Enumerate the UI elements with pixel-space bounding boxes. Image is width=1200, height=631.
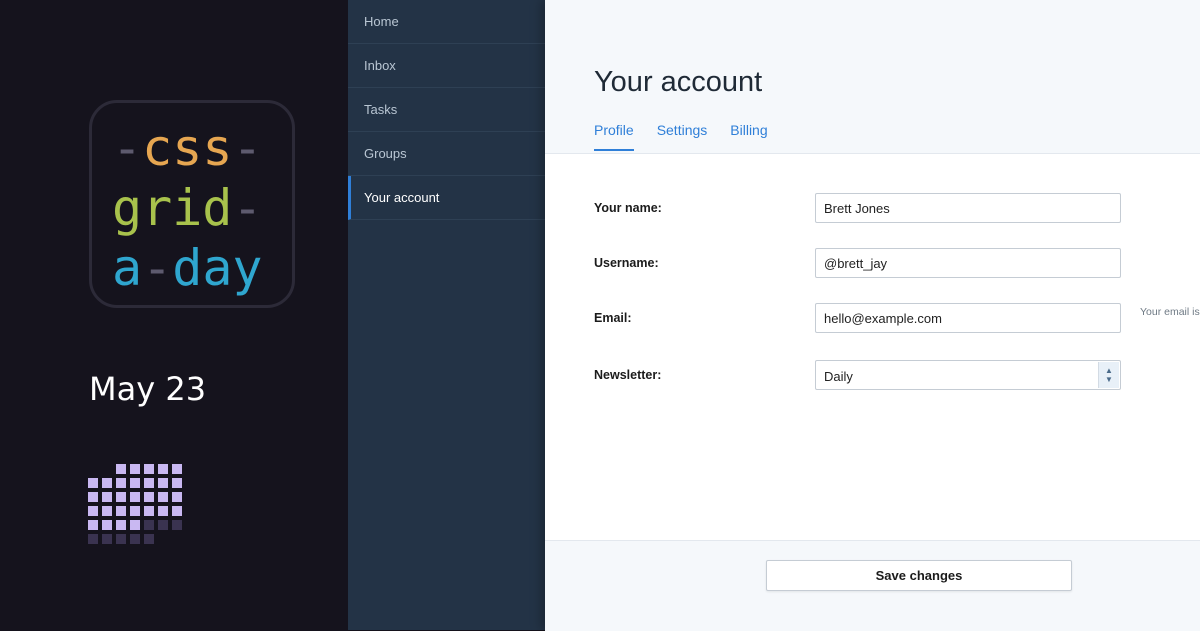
page-title: Your account (594, 66, 763, 98)
pixel (144, 506, 154, 516)
pixel (158, 464, 168, 474)
form-row-username: Username: (594, 248, 1200, 278)
save-changes-button[interactable]: Save changes (766, 560, 1072, 591)
pixel (158, 478, 168, 488)
pixel (158, 534, 168, 544)
pixel (172, 492, 182, 502)
logo-word-a: a (112, 239, 143, 297)
pixel (102, 520, 112, 530)
pixel-grid-icon (88, 464, 182, 544)
pixel (102, 464, 112, 474)
pixel (116, 478, 126, 488)
nav-item-home[interactable]: Home (348, 0, 545, 44)
pixel (116, 464, 126, 474)
pixel (130, 478, 140, 488)
select-spinner[interactable]: ▲ ▼ (1098, 362, 1119, 388)
logo-word-css: css (142, 119, 233, 177)
nav-item-inbox[interactable]: Inbox (348, 44, 545, 88)
pixel (144, 520, 154, 530)
pixel (116, 520, 126, 530)
newsletter-label: Newsletter: (594, 368, 662, 382)
pixel (144, 534, 154, 544)
logo-line-css: -css- (112, 123, 312, 173)
email-field[interactable] (815, 303, 1121, 333)
username-label: Username: (594, 256, 659, 270)
page-header: Your account Profile Settings Billing (545, 0, 1200, 154)
form-footer: Save changes (545, 540, 1200, 631)
pixel (172, 464, 182, 474)
brand-panel: -css- grid- a-day May 23 (0, 0, 348, 630)
date-label: May 23 (89, 370, 207, 408)
pixel (88, 492, 98, 502)
pixel (172, 520, 182, 530)
pixel (116, 534, 126, 544)
pixel (130, 492, 140, 502)
pixel (158, 492, 168, 502)
css-grid-a-day-logo: -css- grid- a-day (89, 100, 295, 308)
sidebar-nav: Home Inbox Tasks Groups Your account (348, 0, 545, 630)
pixel (144, 492, 154, 502)
logo-word-grid: grid (112, 179, 233, 237)
logo-dash: - (232, 119, 263, 177)
pixel (102, 492, 112, 502)
name-label: Your name: (594, 201, 662, 215)
email-help-text: Your email is used to s notifications wi… (1140, 306, 1200, 318)
name-field[interactable] (815, 193, 1121, 223)
nav-item-groups[interactable]: Groups (348, 132, 545, 176)
username-field[interactable] (815, 248, 1121, 278)
logo-dash: - (112, 119, 143, 177)
tab-settings[interactable]: Settings (657, 122, 708, 151)
email-label: Email: (594, 311, 632, 325)
logo-dash: - (142, 239, 173, 297)
form-row-name: Your name: (594, 193, 1200, 223)
pixel (130, 534, 140, 544)
pixel (88, 478, 98, 488)
nav-item-tasks[interactable]: Tasks (348, 88, 545, 132)
pixel (88, 534, 98, 544)
logo-dash: - (232, 179, 263, 237)
pixel (102, 478, 112, 488)
pixel (102, 506, 112, 516)
pixel (158, 520, 168, 530)
pixel (144, 464, 154, 474)
logo-line-a-day: a-day (112, 243, 312, 293)
pixel (130, 520, 140, 530)
pixel (116, 492, 126, 502)
pixel (130, 506, 140, 516)
form-row-email: Email: Your email is used to s notificat… (594, 303, 1200, 333)
tab-profile[interactable]: Profile (594, 122, 634, 151)
pixel (158, 506, 168, 516)
pixel (102, 534, 112, 544)
pixel (88, 520, 98, 530)
tab-billing[interactable]: Billing (730, 122, 767, 151)
pixel (144, 478, 154, 488)
pixel (172, 478, 182, 488)
logo-word-day: day (172, 239, 263, 297)
newsletter-select-value: Daily (824, 369, 853, 384)
newsletter-select[interactable]: Daily ▲ ▼ (815, 360, 1121, 390)
logo-line-grid: grid- (112, 183, 312, 233)
chevron-up-icon: ▲ (1105, 366, 1113, 375)
main-content: Your account Profile Settings Billing Yo… (545, 0, 1200, 631)
pixel (172, 506, 182, 516)
pixel (130, 464, 140, 474)
chevron-down-icon: ▼ (1105, 375, 1113, 384)
pixel (172, 534, 182, 544)
tab-bar: Profile Settings Billing (594, 122, 768, 151)
pixel (88, 464, 98, 474)
pixel (88, 506, 98, 516)
form-row-newsletter: Newsletter: Daily ▲ ▼ (594, 360, 1200, 390)
nav-item-your-account[interactable]: Your account (348, 176, 545, 220)
pixel (116, 506, 126, 516)
